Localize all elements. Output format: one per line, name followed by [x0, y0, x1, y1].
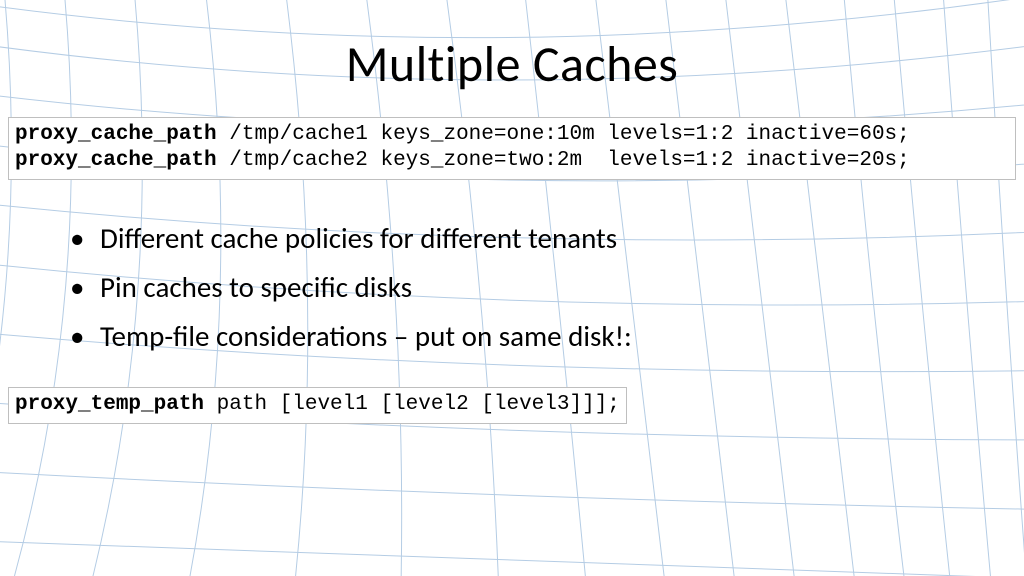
slide-title: Multiple Caches	[0, 0, 1024, 117]
code-text: /tmp/cache2 keys_zone=two:2m levels=1:2 …	[217, 149, 910, 172]
bullet-item: Temp-file considerations – put on same d…	[100, 312, 1024, 361]
bullet-item: Different cache policies for different t…	[100, 214, 1024, 263]
code-block-temp-path: proxy_temp_path path [level1 [level2 [le…	[8, 387, 627, 423]
code-keyword: proxy_temp_path	[15, 393, 204, 416]
code-keyword: proxy_cache_path	[15, 123, 217, 146]
code-block-cache-paths: proxy_cache_path /tmp/cache1 keys_zone=o…	[8, 117, 1016, 180]
bullet-list: Different cache policies for different t…	[0, 214, 1024, 362]
code-text: path [level1 [level2 [level3]]];	[204, 393, 620, 416]
code-keyword: proxy_cache_path	[15, 149, 217, 172]
code-text: /tmp/cache1 keys_zone=one:10m levels=1:2…	[217, 123, 910, 146]
bullet-item: Pin caches to specific disks	[100, 263, 1024, 312]
